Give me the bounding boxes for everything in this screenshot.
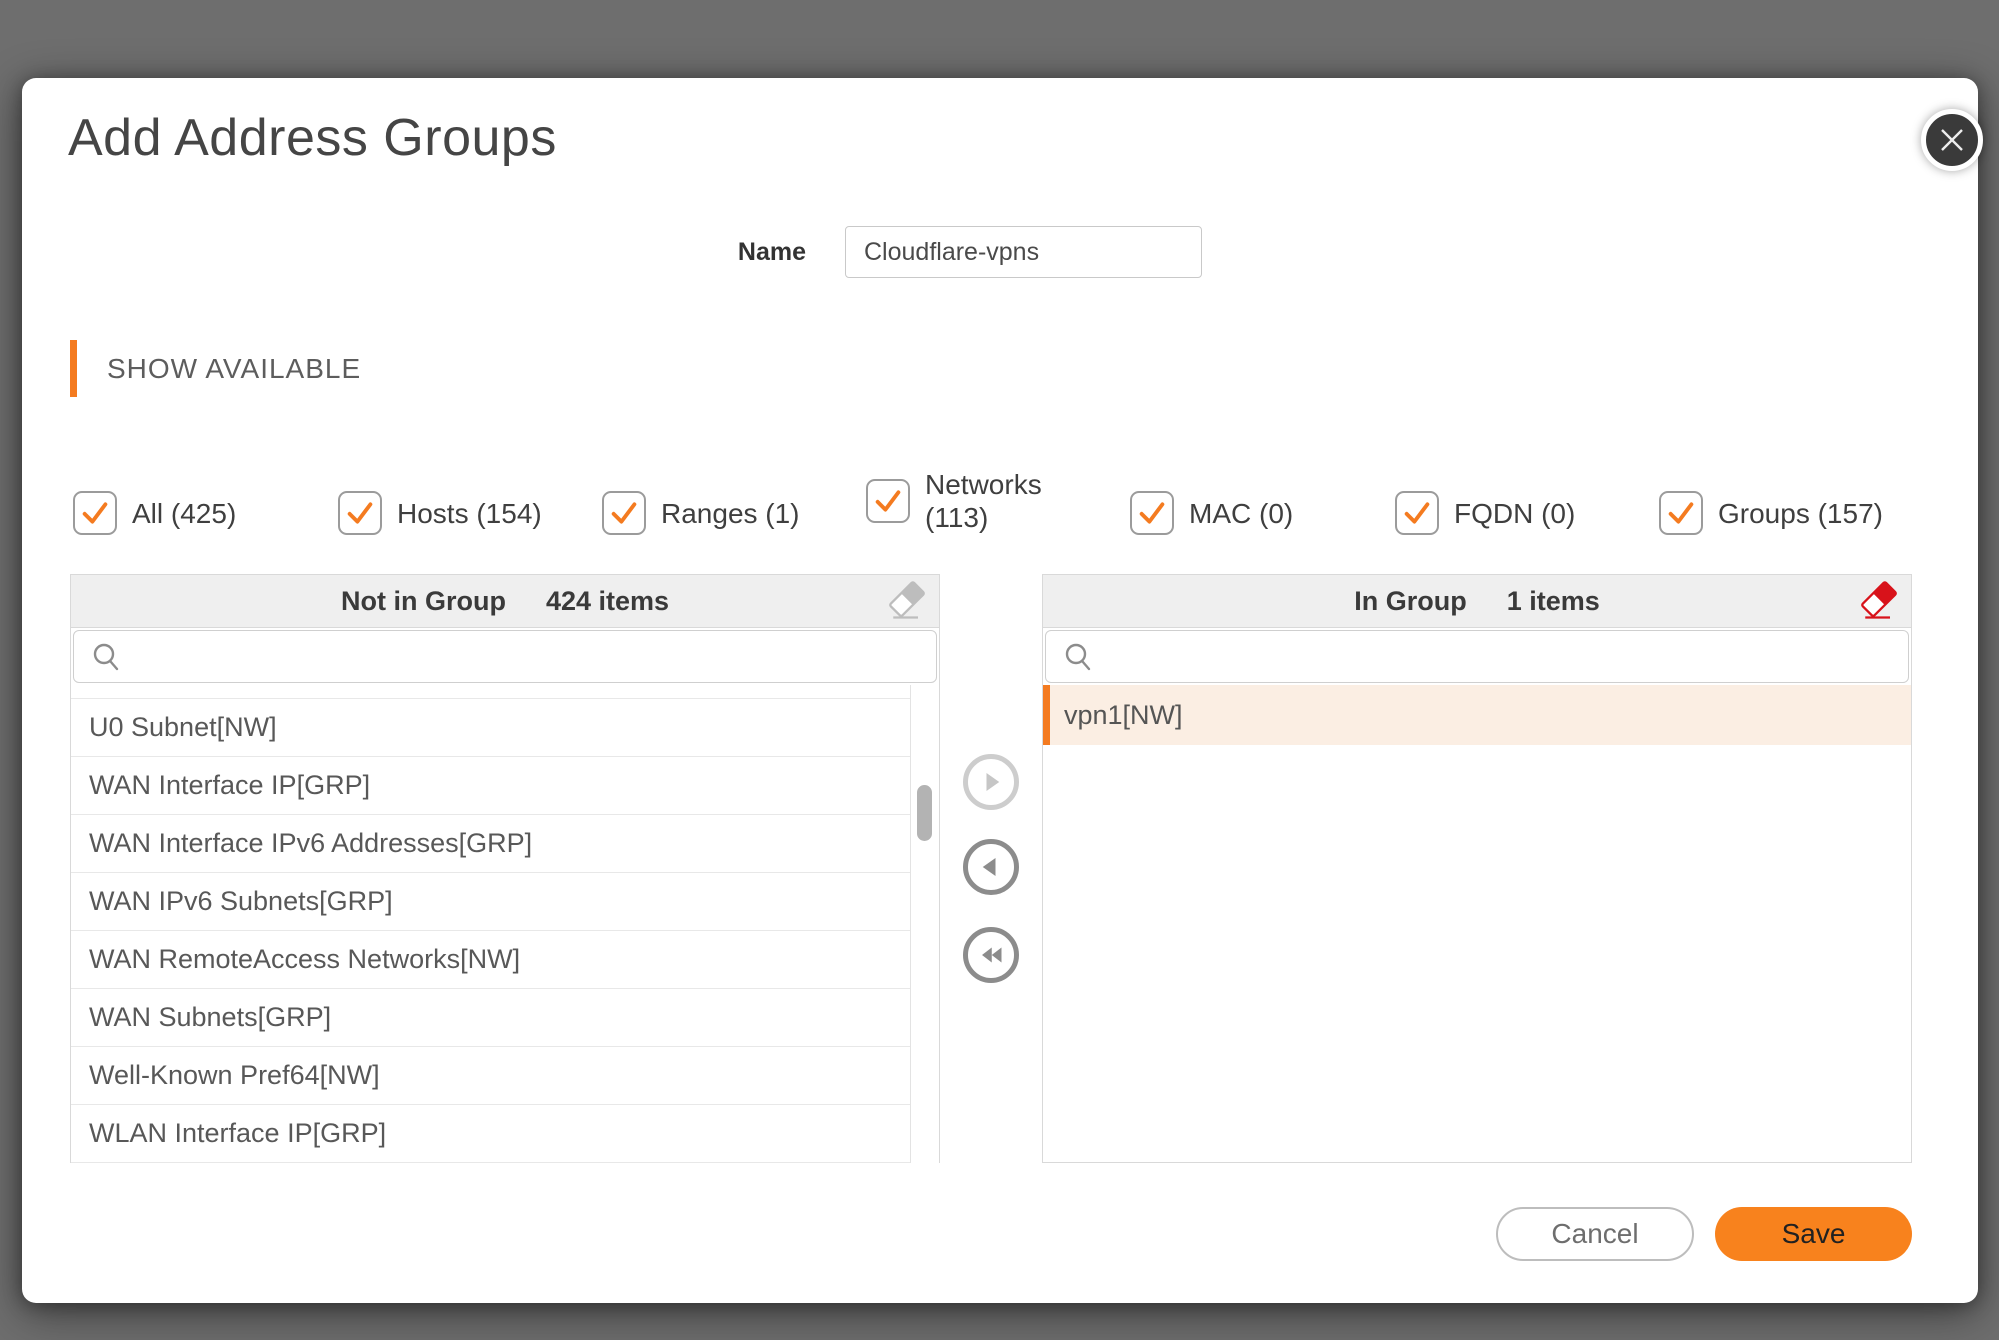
filter-checkbox-item: Groups (157) xyxy=(1659,491,1883,535)
section-title: SHOW AVAILABLE xyxy=(107,353,361,385)
filter-label: FQDN (0) xyxy=(1454,497,1575,530)
list-item-label: Well-Known Pref64[NW] xyxy=(89,1060,380,1091)
not-in-group-panel: Not in Group 424 items xyxy=(70,574,940,1163)
checkbox[interactable] xyxy=(1130,491,1174,535)
search-input[interactable] xyxy=(1096,636,1908,678)
arrow-right-icon xyxy=(973,764,1009,800)
list-item-label: WAN IPv6 Subnets[GRP] xyxy=(89,886,393,917)
list-item-label: WLAN Interface IP[GRP] xyxy=(89,1118,386,1149)
close-button[interactable] xyxy=(1921,109,1983,171)
list-item-label: U0 Subnet[NW] xyxy=(89,712,277,743)
filter-label: Ranges (1) xyxy=(661,497,800,530)
name-input[interactable] xyxy=(845,226,1202,278)
filter-label: MAC (0) xyxy=(1189,497,1293,530)
list-item[interactable]: Well-Known Pref64[NW] xyxy=(71,1047,911,1105)
list-item[interactable]: vpn1[NW] xyxy=(1043,685,1911,745)
checkmark-icon xyxy=(1133,494,1171,532)
clear-group-button[interactable] xyxy=(1857,579,1901,623)
filter-checkbox-item: FQDN (0) xyxy=(1395,491,1575,535)
list-item[interactable]: U0 Subnet[NW] xyxy=(71,699,911,757)
in-group-search xyxy=(1045,630,1909,683)
list-item[interactable]: WAN Interface IP[GRP] xyxy=(71,757,911,815)
move-right-button[interactable] xyxy=(963,754,1019,810)
scrollbar-thumb[interactable] xyxy=(917,785,932,841)
not-in-group-header: Not in Group 424 items xyxy=(71,575,939,628)
filter-checkbox-item: MAC (0) xyxy=(1130,491,1293,535)
checkbox[interactable] xyxy=(73,491,117,535)
panel-count: 1 items xyxy=(1507,586,1600,617)
checkbox[interactable] xyxy=(338,491,382,535)
panel-title: Not in Group xyxy=(341,586,506,617)
checkmark-icon xyxy=(76,494,114,532)
filter-checkbox-item: Networks (113) xyxy=(866,468,1060,534)
filter-label: Networks (113) xyxy=(925,468,1060,534)
eraser-red-icon xyxy=(1857,579,1901,623)
section-accent-bar xyxy=(70,340,77,397)
move-all-left-button[interactable] xyxy=(963,927,1019,983)
close-icon xyxy=(1937,125,1967,155)
checkbox[interactable] xyxy=(866,479,910,523)
checkbox[interactable] xyxy=(1395,491,1439,535)
partial-row xyxy=(71,685,911,699)
not-in-group-search xyxy=(73,630,937,683)
cancel-button[interactable]: Cancel xyxy=(1496,1207,1694,1261)
panel-count: 424 items xyxy=(546,586,669,617)
in-group-list: vpn1[NW] xyxy=(1043,685,1911,1163)
checkmark-icon xyxy=(341,494,379,532)
checkmark-icon xyxy=(1398,494,1436,532)
scrollbar[interactable] xyxy=(910,685,939,1163)
search-icon xyxy=(88,639,124,675)
filter-label: Hosts (154) xyxy=(397,497,542,530)
list-item[interactable]: WAN IPv6 Subnets[GRP] xyxy=(71,873,911,931)
list-item[interactable]: WAN RemoteAccess Networks[NW] xyxy=(71,931,911,989)
filter-checkbox-item: All (425) xyxy=(73,491,236,535)
checkmark-icon xyxy=(869,482,907,520)
not-in-group-list: U0 Subnet[NW] WAN Interface IP[GRP] WAN … xyxy=(71,685,939,1163)
filter-label: Groups (157) xyxy=(1718,497,1883,530)
in-group-panel: In Group 1 items vpn1[NW] xyxy=(1042,574,1912,1163)
checkbox[interactable] xyxy=(1659,491,1703,535)
list-item[interactable]: WAN Subnets[GRP] xyxy=(71,989,911,1047)
move-left-button[interactable] xyxy=(963,839,1019,895)
name-label: Name xyxy=(622,238,806,267)
search-icon xyxy=(1060,639,1096,675)
filter-checkbox-item: Ranges (1) xyxy=(602,491,800,535)
list-item-label: WAN Interface IP[GRP] xyxy=(89,770,370,801)
panel-title: In Group xyxy=(1354,586,1466,617)
list-item[interactable]: WAN Interface IPv6 Addresses[GRP] xyxy=(71,815,911,873)
list-item-label: WAN Interface IPv6 Addresses[GRP] xyxy=(89,828,532,859)
clear-selection-button[interactable] xyxy=(885,579,929,623)
show-available-section: SHOW AVAILABLE xyxy=(70,340,361,397)
list-item-label: WAN RemoteAccess Networks[NW] xyxy=(89,944,520,975)
checkmark-icon xyxy=(1662,494,1700,532)
save-button[interactable]: Save xyxy=(1715,1207,1912,1261)
list-item[interactable]: WLAN Interface IP[GRP] xyxy=(71,1105,911,1163)
checkmark-icon xyxy=(605,494,643,532)
double-arrow-left-icon xyxy=(973,937,1009,973)
checkbox[interactable] xyxy=(602,491,646,535)
eraser-icon xyxy=(885,579,929,623)
dialog-title: Add Address Groups xyxy=(68,108,557,168)
list-item-label: WAN Subnets[GRP] xyxy=(89,1002,331,1033)
in-group-header: In Group 1 items xyxy=(1043,575,1911,628)
list-item-label: vpn1[NW] xyxy=(1064,700,1183,731)
add-address-groups-dialog: Add Address Groups Name SHOW AVAILABLE A… xyxy=(22,78,1978,1303)
arrow-left-icon xyxy=(973,849,1009,885)
search-input[interactable] xyxy=(124,636,936,678)
filter-label: All (425) xyxy=(132,497,236,530)
filter-checkbox-item: Hosts (154) xyxy=(338,491,542,535)
